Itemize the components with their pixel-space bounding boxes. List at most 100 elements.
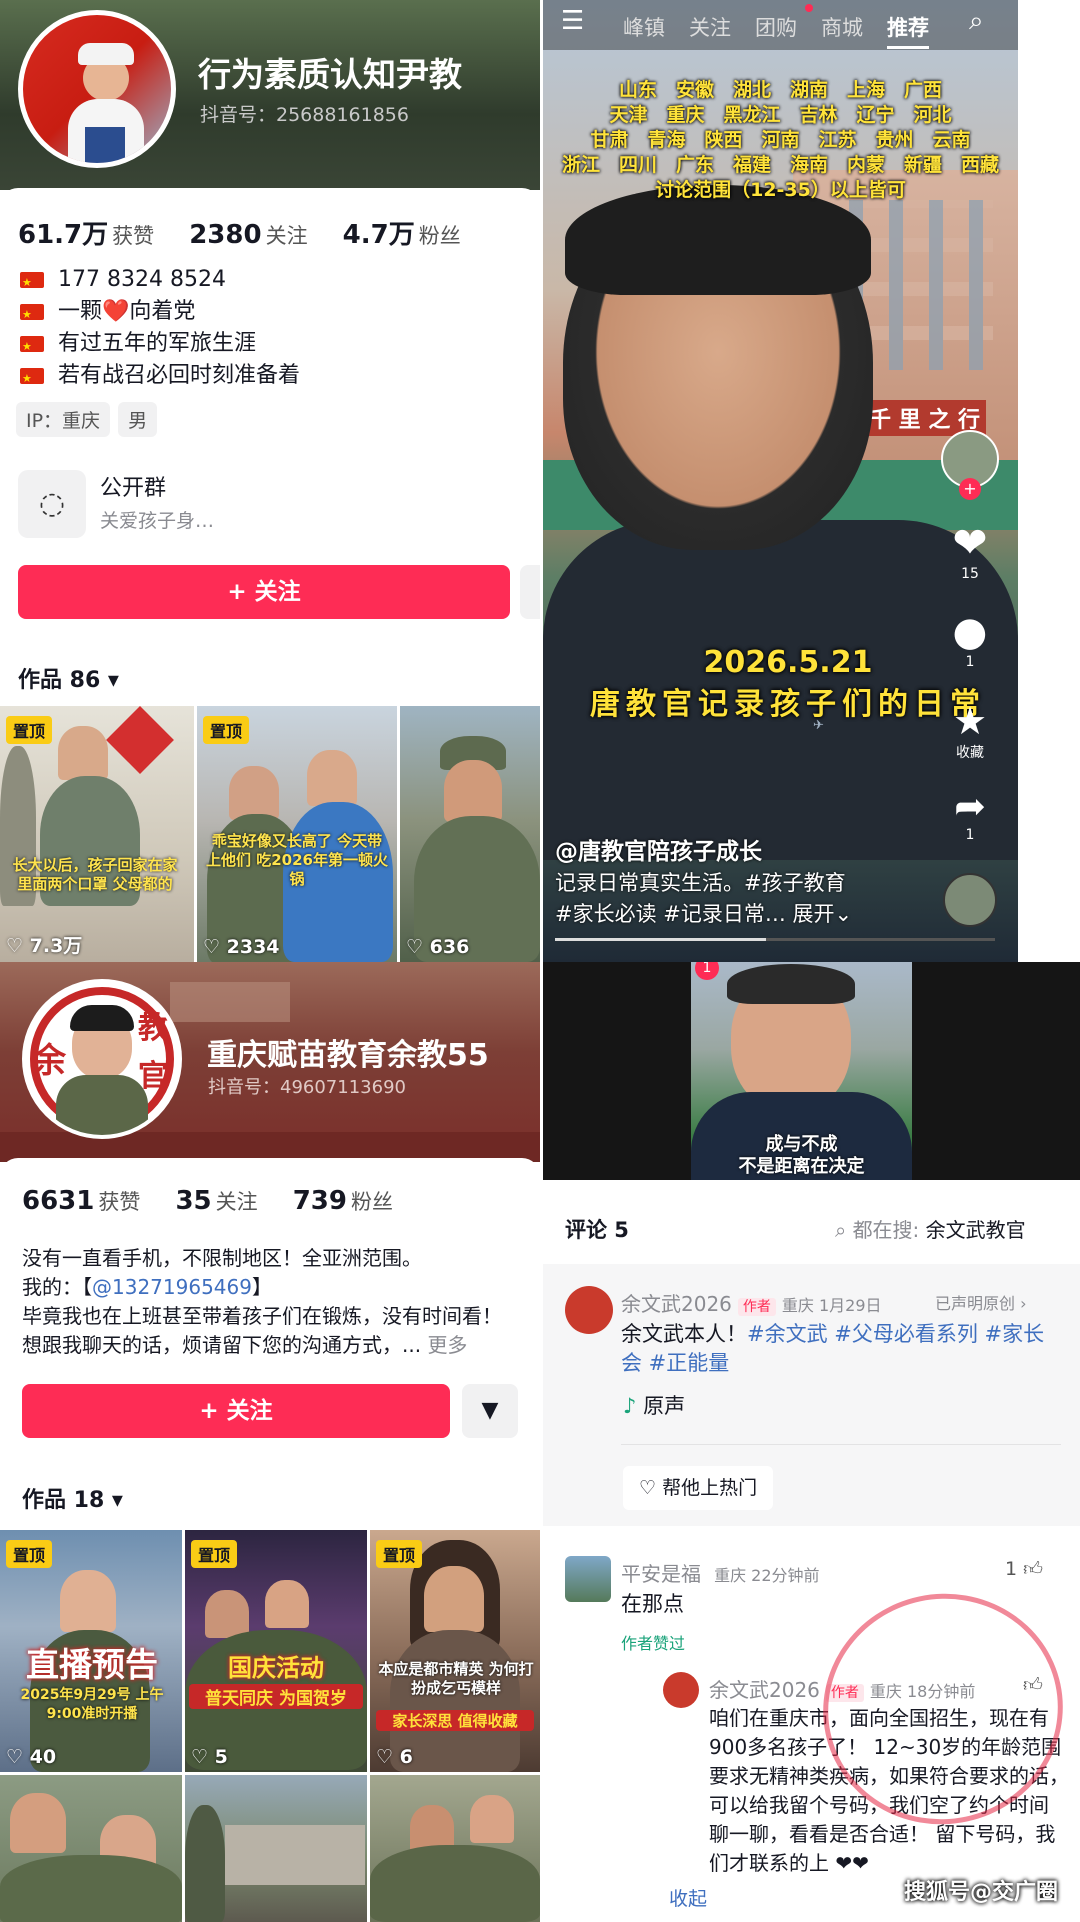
audio-link[interactable]: ♪ 原声 [623, 1390, 685, 1420]
region-line: 天津 重庆 黑龙江 吉林 辽宁 河北 [609, 104, 952, 126]
works-tab[interactable]: 作品 18 ▾ [22, 1482, 123, 1514]
original-claim[interactable]: 已声明原创 › [935, 1290, 1027, 1314]
profile-card: 6631 获赞 35 关注 739 粉丝 没有一直看手机，不限制地区！全亚洲范围。 我… [0, 1158, 540, 1922]
works-tab[interactable]: 作品 86 ▾ [18, 662, 119, 694]
like-action[interactable]: ❤ 15 [945, 518, 995, 583]
video-thumb[interactable]: ♡ 636 [400, 706, 540, 962]
comment-like[interactable]: 1 👍︎ [1005, 1558, 1043, 1581]
video-author[interactable]: @唐教官陪孩子成长 [555, 832, 762, 866]
pinned-badge: 置顶 [376, 1540, 423, 1568]
regions-overlay: 山东 安徽 湖北 湖南 上海 广西 天津 重庆 黑龙江 吉林 辽宁 河北 甘肃 … [553, 78, 1008, 203]
comment-action[interactable]: ● 1 [945, 610, 995, 670]
reply-avatar[interactable] [663, 1672, 699, 1708]
desc-line[interactable]: #家长必读 #记录日常… 展开⌄ [555, 899, 852, 930]
video-thumb[interactable] [370, 1775, 540, 1922]
boost-label: 帮他上热门 [662, 1477, 758, 1499]
notification-dot [805, 4, 813, 12]
nav-tab[interactable]: 团购 [755, 12, 797, 42]
pinned-badge: 置顶 [6, 1540, 53, 1568]
favorite-action[interactable]: ★ 收藏 [945, 700, 995, 762]
share-icon: ➦ [954, 784, 986, 828]
comment-avatar[interactable] [565, 1556, 611, 1602]
region-line: 甘肃 青海 陕西 河南 江苏 贵州 云南 [590, 129, 971, 151]
bio: 177 8324 8524 一颗❤️向着党 有过五年的军旅生涯 若有战召必回时刻… [20, 264, 300, 395]
nav-tab-active[interactable]: 推荐 [887, 12, 929, 49]
top-nav: ☰ 峰镇 关注 团购 商城 推荐 ⌕ [543, 0, 1018, 50]
tags-row: IP：重庆男 [16, 402, 165, 437]
follow-plus-icon[interactable]: + [959, 478, 981, 500]
avatar[interactable] [18, 10, 176, 168]
pinned-comment: 余文武2026 作者 重庆 1月29日 已声明原创 › 余文武本人！#余文武 #父母… [543, 1264, 1080, 1526]
likes-label: 获赞 [112, 224, 155, 248]
like-count: 15 [961, 566, 979, 582]
related-search[interactable]: ⌕ 都在搜: 余文武教官 [835, 1214, 1026, 1243]
more-button[interactable] [520, 565, 540, 619]
following-count[interactable]: 35 [175, 1186, 211, 1216]
mini-video[interactable]: 成与不成 不是距离在决定 [691, 962, 912, 1180]
heart-icon: ❤ [952, 518, 988, 567]
video-thumb[interactable]: 置顶 国庆活动 普天同庆 为国贺岁 ♡ 5 [185, 1530, 367, 1772]
comment-text: 在那点 [621, 1592, 684, 1616]
badge-char: 余 [32, 1041, 66, 1081]
douyin-id[interactable]: 抖音号：49607113690 [208, 1073, 406, 1099]
comment-user[interactable]: 余文武2026 [621, 1292, 732, 1316]
video-thumb[interactable]: 置顶 乖宝好像又长高了 今天带上他们 吃2026年第一顿火锅 ♡ 2334 [197, 706, 397, 962]
douyin-id[interactable]: 抖音号：25688161856 [200, 100, 409, 127]
group-subtitle: 关爱孩子身… [100, 510, 215, 532]
video-thumb[interactable] [0, 1775, 182, 1922]
video-overlay-text: 乖宝好像又长高了 今天带上他们 吃2026年第一顿火锅 [206, 832, 388, 888]
video-player-panel[interactable]: 千 里 之 行 ✈ ☰ 峰镇 关注 团购 商城 推荐 ⌕ 山东 安徽 湖北 湖南… [543, 0, 1018, 962]
comment-user[interactable]: 平安是福 [621, 1562, 701, 1586]
video-thumb[interactable]: 置顶 本应是都市精英 为何打扮成乞丐模样 家长深思 值得收藏 ♡ 6 [370, 1530, 540, 1772]
boost-button[interactable]: ♡ 帮他上热门 [623, 1466, 774, 1510]
music-note-icon: ♪ [623, 1394, 637, 1418]
comment-time: 重庆 22分钟前 [714, 1566, 820, 1585]
video-thumb[interactable]: 置顶 直播预告 2025年9月29号 上午9:00准时开播 ♡ 40 [0, 1530, 182, 1772]
comment-user[interactable]: 余文武2026 [709, 1678, 820, 1702]
stats-row: 6631 获赞 35 关注 739 粉丝 [22, 1186, 419, 1216]
search-term[interactable]: 余文武教官 [926, 1218, 1026, 1242]
follow-button[interactable]: + 关注 [18, 565, 510, 619]
group-entry[interactable]: ◌ 公开群 关爱孩子身… [16, 466, 522, 538]
nav-tab[interactable]: 峰镇 [623, 12, 665, 42]
bio-mention-link[interactable]: @13271965469 [92, 1275, 252, 1299]
star-icon: ★ [952, 699, 988, 743]
share-action[interactable]: ➦ 1 [945, 785, 995, 843]
profile-name: 重庆赋苗教育余教55 [207, 1038, 489, 1073]
followers-count[interactable]: 4.7万 [343, 220, 415, 250]
following-count[interactable]: 2380 [189, 220, 261, 250]
bio-suffix: 】 [251, 1275, 272, 1299]
dropdown-button[interactable]: ▼ [462, 1384, 518, 1438]
chat-group-icon: ◌ [18, 470, 86, 538]
bio: 没有一直看手机，不限制地区！全亚洲范围。 我的：【@13271965469】 毕… [22, 1244, 532, 1360]
video-overlay-sub: 2025年9月29号 上午9:00准时开播 [20, 1687, 164, 1722]
followers-count[interactable]: 739 [293, 1186, 347, 1216]
followers-label: 粉丝 [350, 1190, 393, 1214]
progress-fill [555, 938, 767, 941]
comment-meta: 平安是福 重庆 22分钟前 [621, 1558, 820, 1587]
likes-label: 获赞 [98, 1190, 141, 1214]
profile-panel-yu: 余 教 官 重庆赋苗教育余教55 抖音号：49607113690 6631 获赞 … [0, 962, 540, 1922]
video-thumb[interactable] [185, 1775, 367, 1922]
audio-label: 原声 [643, 1394, 686, 1418]
nav-tab[interactable]: 商城 [821, 12, 863, 42]
video-description: 记录日常真实生活。#孩子教育 #家长必读 #记录日常… 展开⌄ [555, 868, 852, 930]
more-link[interactable]: 更多 [427, 1333, 467, 1357]
nav-tab[interactable]: 关注 [689, 12, 731, 42]
search-icon[interactable]: ⌕ [969, 6, 984, 37]
likes-count: 61.7万 [18, 220, 109, 250]
badge-avatar[interactable]: 余 教 官 [22, 979, 182, 1139]
comment-sheet: 评论 5 ⌕ 都在搜: 余文武教官 余文武2026 作者 重庆 1月29日 已声明原… [543, 1180, 1080, 1922]
video-likes: ♡ 636 [406, 936, 470, 958]
music-disc[interactable] [943, 873, 997, 927]
follow-button[interactable]: + 关注 [22, 1384, 450, 1438]
video-likes: ♡ 6 [376, 1746, 413, 1768]
bio-line: 想跟我聊天的话，烦请留下您的沟通方式，... [22, 1333, 422, 1357]
progress-bar[interactable] [555, 938, 995, 941]
comment-avatar[interactable] [565, 1286, 613, 1334]
reply-line: 聊一聊，看看是否合适！ 留下号码，我 [709, 1822, 1056, 1846]
video-thumb[interactable]: 置顶 长大以后，孩子回家在家里面两个口罩 父母都的 ♡ 7.3万 [0, 706, 194, 962]
menu-icon[interactable]: ☰ [561, 6, 584, 36]
collapse-link[interactable]: 收起 [669, 1884, 707, 1911]
divider [621, 1444, 1061, 1445]
